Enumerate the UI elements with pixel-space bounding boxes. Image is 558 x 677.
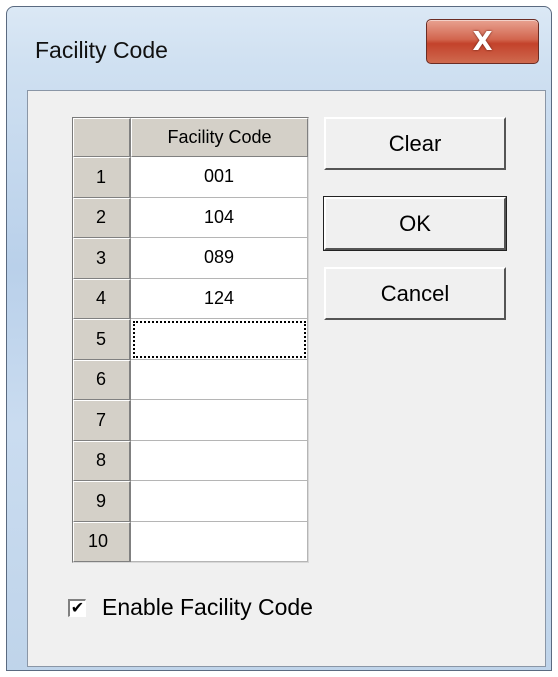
facility-code-cell[interactable]: [131, 521, 308, 562]
facility-code-cell[interactable]: 104: [131, 197, 308, 238]
facility-code-cell[interactable]: [131, 400, 308, 441]
grid-corner-cell: [73, 118, 131, 157]
column-header-facility-code: Facility Code: [131, 118, 308, 157]
row-header: 1: [73, 157, 131, 198]
row-header: 5: [73, 319, 131, 360]
facility-code-grid: Facility Code 1 001 2 104 3 089 4 124 5: [72, 117, 309, 563]
close-button[interactable]: X: [426, 19, 539, 64]
table-row: 5: [73, 319, 308, 360]
facility-code-cell[interactable]: 001: [131, 157, 308, 198]
row-header: 10: [73, 521, 131, 562]
table-row: 8: [73, 440, 308, 481]
table-row: 10: [73, 521, 308, 562]
clear-button[interactable]: Clear: [324, 117, 506, 170]
close-icon: X: [472, 26, 493, 57]
table-row: 9: [73, 481, 308, 522]
table-row: 2 104: [73, 197, 308, 238]
facility-code-cell[interactable]: 124: [131, 278, 308, 319]
facility-code-cell[interactable]: [131, 359, 308, 400]
ok-button[interactable]: OK: [323, 196, 507, 251]
table-row: 6: [73, 359, 308, 400]
row-header: 6: [73, 359, 131, 400]
facility-code-cell[interactable]: [131, 440, 308, 481]
dialog-window: Facility Code X Facility Code 1 001 2 10…: [6, 6, 552, 671]
facility-code-cell[interactable]: [131, 481, 308, 522]
cancel-button[interactable]: Cancel: [324, 267, 506, 320]
enable-facility-code-label[interactable]: Enable Facility Code: [102, 594, 313, 621]
table-row: 3 089: [73, 238, 308, 279]
facility-code-cell-focused[interactable]: [131, 319, 308, 360]
row-header: 3: [73, 238, 131, 279]
dialog-client-area: Facility Code 1 001 2 104 3 089 4 124 5: [27, 90, 546, 667]
grid-header-row: Facility Code: [73, 118, 308, 157]
row-header: 7: [73, 400, 131, 441]
enable-facility-code-checkbox[interactable]: ✔: [68, 598, 86, 617]
table-row: 7: [73, 400, 308, 441]
table-row: 4 124: [73, 278, 308, 319]
row-header: 2: [73, 197, 131, 238]
enable-facility-code-row[interactable]: ✔ Enable Facility Code: [68, 594, 313, 621]
checkmark-icon: ✔: [70, 598, 85, 617]
table-row: 1 001: [73, 157, 308, 198]
facility-code-cell[interactable]: 089: [131, 238, 308, 279]
row-header: 4: [73, 278, 131, 319]
row-header: 9: [73, 481, 131, 522]
window-title: Facility Code: [35, 37, 168, 63]
row-header: 8: [73, 440, 131, 481]
